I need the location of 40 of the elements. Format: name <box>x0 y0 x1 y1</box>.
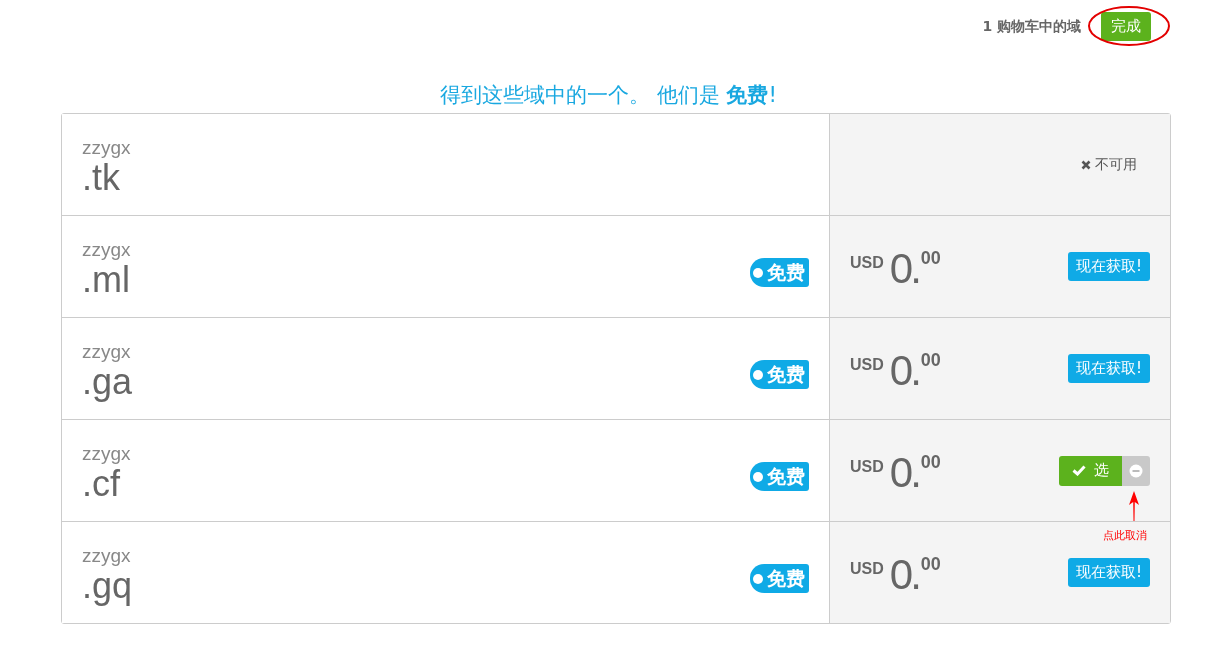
free-tag: 免费 <box>750 462 809 491</box>
price: 0. <box>889 449 919 496</box>
price-cents: 00 <box>920 451 941 473</box>
domain-name: zzygx <box>82 545 132 567</box>
domain-extension: .tk <box>82 159 120 197</box>
free-tag: 免费 <box>750 258 809 287</box>
price-cents: 00 <box>920 553 941 575</box>
free-tag: 免费 <box>750 564 809 593</box>
currency: USD <box>850 253 884 272</box>
currency: USD <box>850 355 884 374</box>
free-tag: 免费 <box>750 360 809 389</box>
done-button[interactable]: 完成 <box>1101 12 1151 41</box>
headline: 得到这些域中的一个。 他们是 免费! <box>439 82 778 109</box>
check-icon <box>1072 465 1086 476</box>
domain-name: zzygx <box>82 137 131 159</box>
price: 0. <box>889 245 919 292</box>
get-now-button[interactable]: 现在获取! <box>1068 252 1150 281</box>
domain-name: zzygx <box>82 239 131 261</box>
cart-count: 1 购物车中的域 <box>982 17 1081 36</box>
annotation-text: 点此取消 <box>1103 527 1147 543</box>
remove-button[interactable] <box>1122 455 1150 486</box>
status-text: 不可用 <box>1095 155 1137 174</box>
domain-name: zzygx <box>82 341 132 363</box>
cross-icon <box>1081 159 1091 170</box>
price-cents: 00 <box>920 247 941 269</box>
get-now-button[interactable]: 现在获取! <box>1068 558 1150 587</box>
currency: USD <box>850 457 884 476</box>
arrow-icon <box>1128 490 1140 521</box>
domain-extension: .ga <box>82 363 133 401</box>
domain-extension: .ml <box>82 261 131 299</box>
price: 0. <box>889 551 919 598</box>
get-now-button[interactable]: 现在获取! <box>1068 354 1150 383</box>
selected-button[interactable]: 选 <box>1059 455 1122 486</box>
minus-icon <box>1129 463 1143 478</box>
price-cents: 00 <box>920 349 941 371</box>
domain-extension: .gq <box>82 567 133 605</box>
domain-extension: .cf <box>82 465 120 503</box>
price: 0. <box>889 347 919 394</box>
domain-name: zzygx <box>82 443 131 465</box>
currency: USD <box>850 559 884 578</box>
